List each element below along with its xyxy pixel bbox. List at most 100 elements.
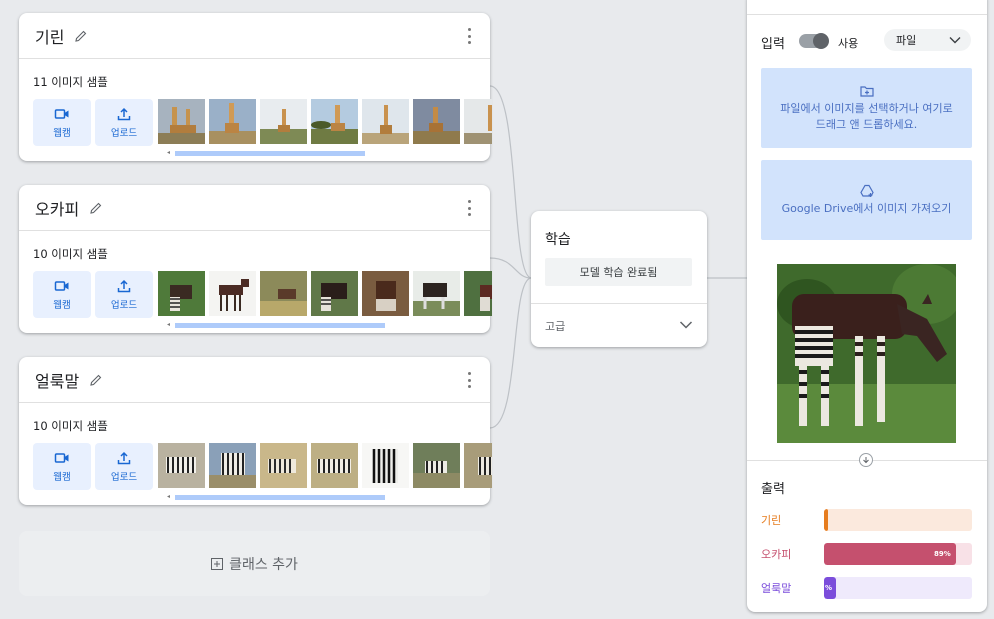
giraffe-thumbnail[interactable] [260, 99, 307, 144]
advanced-label: 고급 [545, 319, 566, 333]
giraffe-thumbnail[interactable] [158, 99, 205, 144]
upload-button[interactable]: 업로드 [95, 271, 153, 318]
webcam-button[interactable]: 웹캠 [33, 271, 91, 318]
chevron-down-icon [679, 321, 693, 329]
webcam-button[interactable]: 웹캠 [33, 99, 91, 146]
thumbnail-scrollbar[interactable]: ◂ [167, 150, 497, 156]
webcam-label: 웹캠 [53, 472, 71, 483]
sample-thumbnails [158, 443, 492, 488]
output-row-zebra: 얼룩말 % [761, 577, 972, 599]
output-label: 오카피 [761, 548, 792, 561]
okapi-thumbnail[interactable] [158, 271, 205, 316]
add-box-icon [211, 557, 224, 570]
thumbnail-scrollbar[interactable]: ◂ [167, 322, 497, 328]
input-source-select[interactable]: 파일 [884, 29, 971, 51]
giraffe-thumbnail[interactable] [311, 99, 358, 144]
preview-image [777, 264, 956, 443]
confidence-pct: 89% [934, 550, 951, 558]
chevron-down-icon [949, 37, 961, 44]
output-label: 얼룩말 [761, 582, 792, 595]
upload-button[interactable]: 업로드 [95, 99, 153, 146]
zebra-thumbnail[interactable] [362, 443, 409, 488]
sample-thumbnails [158, 99, 492, 144]
class-header: 오카피 [19, 185, 490, 231]
videocam-icon [54, 109, 69, 119]
okapi-thumbnail[interactable] [362, 271, 409, 316]
giraffe-thumbnail[interactable] [362, 99, 409, 144]
giraffe-thumbnail[interactable] [209, 99, 256, 144]
zebra-thumbnail[interactable] [158, 443, 205, 488]
thumbnail-scrollbar[interactable]: ◂ [167, 494, 497, 500]
class-card-zebra: 얼룩말 10 이미지 샘플 웹캠 업로드 ◂ [19, 357, 492, 505]
training-card: 학습 모델 학습 완료됨 고급 [531, 211, 707, 347]
webcam-label: 웹캠 [53, 128, 71, 139]
train-model-button[interactable]: 모델 학습 완료됨 [545, 258, 692, 286]
sample-thumbnails [158, 271, 492, 316]
upload-label: 업로드 [110, 128, 138, 139]
output-label: 기린 [761, 514, 782, 527]
sample-count: 10 이미지 샘플 [33, 247, 108, 261]
input-label: 입력 [761, 37, 785, 52]
upload-label: 업로드 [110, 472, 138, 483]
confidence-pct: % [825, 584, 833, 592]
training-title: 학습 [545, 232, 571, 248]
preview-panel: 입력 사용 파일 파일에서 이미지를 선택하거나 여기로 드래그 앤 드롭하세요… [747, 0, 987, 612]
webcam-label: 웹캠 [53, 300, 71, 311]
upload-icon [117, 107, 131, 121]
confidence-bar: 89% [824, 543, 972, 565]
output-row-giraffe: 기린 [761, 509, 972, 531]
sample-count: 11 이미지 샘플 [33, 75, 108, 89]
zebra-thumbnail[interactable] [260, 443, 307, 488]
arrow-down-icon [859, 453, 873, 467]
confidence-fill [824, 509, 828, 531]
upload-icon [117, 451, 131, 465]
google-drive-import[interactable]: Google Drive에서 이미지 가져오기 [761, 160, 972, 240]
file-drop-text: 파일에서 이미지를 선택하거나 여기로 드래그 앤 드롭하세요. [780, 101, 953, 131]
okapi-thumbnail[interactable] [311, 271, 358, 316]
okapi-thumbnail[interactable] [413, 271, 460, 316]
more-vert-icon[interactable] [468, 200, 472, 216]
pencil-icon[interactable] [89, 373, 103, 387]
zebra-thumbnail[interactable] [464, 443, 492, 488]
upload-button[interactable]: 업로드 [95, 443, 153, 490]
zebra-thumbnail[interactable] [413, 443, 460, 488]
add-class-label: 클래스 추가 [229, 556, 298, 573]
advanced-toggle[interactable]: 고급 [531, 303, 707, 347]
add-class-button[interactable]: 클래스 추가 [19, 531, 490, 596]
okapi-thumbnail[interactable] [209, 271, 256, 316]
toggle-label: 사용 [838, 37, 859, 50]
class-header: 얼룩말 [19, 357, 490, 403]
class-name[interactable]: 오카피 [35, 196, 79, 220]
class-name[interactable]: 얼룩말 [35, 368, 79, 392]
videocam-icon [54, 281, 69, 291]
confidence-bar [824, 509, 972, 531]
file-drop-zone[interactable]: 파일에서 이미지를 선택하거나 여기로 드래그 앤 드롭하세요. [761, 68, 972, 148]
more-vert-icon[interactable] [468, 28, 472, 44]
okapi-thumbnail[interactable] [464, 271, 492, 316]
giraffe-thumbnail[interactable] [413, 99, 460, 144]
class-card-okapi: 오카피 10 이미지 샘플 웹캠 업로드 ◂ [19, 185, 492, 333]
input-toggle[interactable] [799, 33, 829, 49]
pencil-icon[interactable] [74, 29, 88, 43]
class-name[interactable]: 기린 [35, 24, 64, 48]
drive-add-icon [859, 184, 874, 197]
zebra-thumbnail[interactable] [311, 443, 358, 488]
webcam-button[interactable]: 웹캠 [33, 443, 91, 490]
drive-brand: Google Drive [781, 201, 854, 215]
output-title: 출력 [761, 482, 785, 497]
output-row-okapi: 오카피 89% [761, 543, 972, 565]
sample-count: 10 이미지 샘플 [33, 419, 108, 433]
more-vert-icon[interactable] [468, 372, 472, 388]
class-header: 기린 [19, 13, 490, 59]
giraffe-thumbnail[interactable] [464, 99, 492, 144]
input-source-value: 파일 [896, 34, 917, 47]
drive-text: 에서 이미지 가져오기 [853, 201, 952, 215]
zebra-thumbnail[interactable] [209, 443, 256, 488]
okapi-thumbnail[interactable] [260, 271, 307, 316]
pencil-icon[interactable] [89, 201, 103, 215]
confidence-bar: % [824, 577, 972, 599]
upload-icon [117, 279, 131, 293]
folder-add-icon [859, 85, 874, 97]
upload-label: 업로드 [110, 300, 138, 311]
class-card-giraffe: 기린 11 이미지 샘플 웹캠 업로드 ◂ [19, 13, 492, 161]
